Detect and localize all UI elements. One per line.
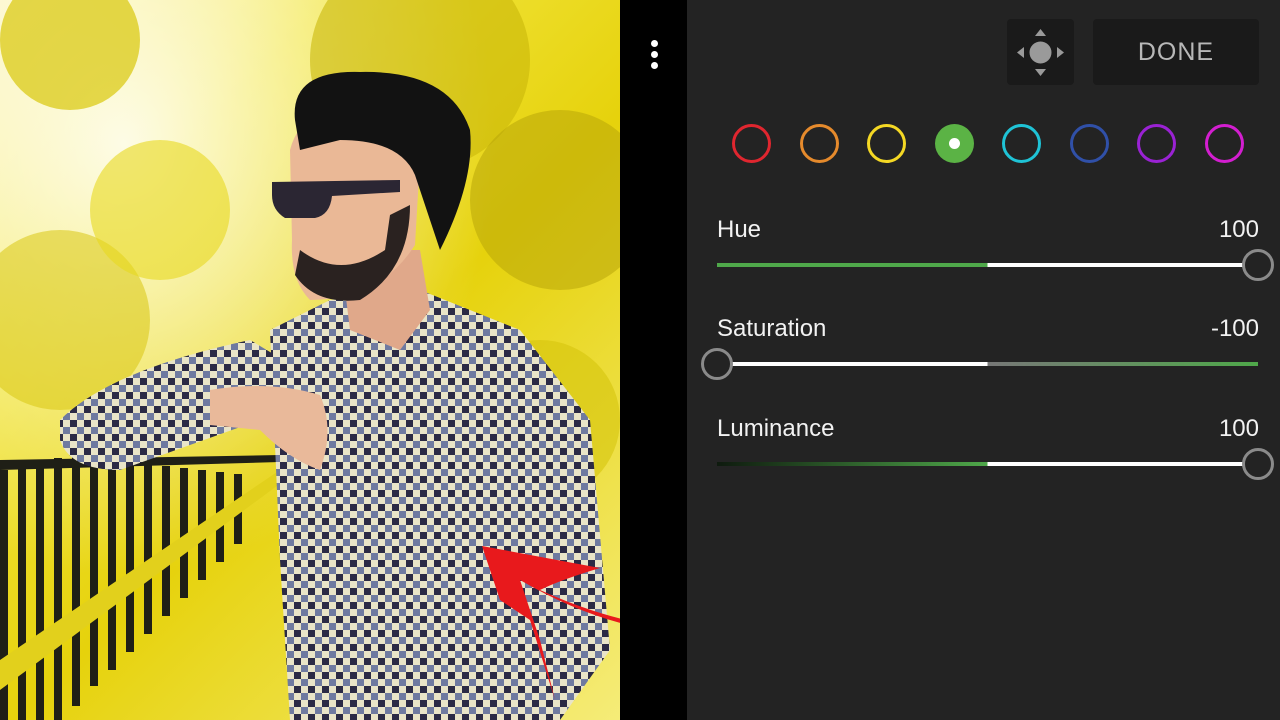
color-swatch-magenta[interactable] — [1204, 124, 1244, 163]
hue-slider-track[interactable] — [717, 263, 1258, 267]
more-dot — [650, 39, 658, 47]
luminance-value: 100 — [1218, 415, 1259, 442]
saturation-label: Saturation — [717, 315, 827, 342]
color-swatch-row — [732, 124, 1247, 164]
hue-value: 100 — [1218, 216, 1259, 243]
color-swatch-yellow[interactable] — [867, 124, 906, 163]
luminance-slider-knob[interactable] — [1242, 448, 1274, 480]
color-swatch-purple[interactable] — [1137, 124, 1176, 163]
targeted-adjustment-button[interactable] — [1007, 19, 1074, 85]
luminance-slider-track[interactable] — [717, 462, 1258, 466]
luminance-label: Luminance — [717, 415, 835, 442]
more-dot — [650, 50, 658, 58]
hue-slider-knob[interactable] — [1242, 249, 1274, 281]
done-button[interactable]: DONE — [1093, 19, 1259, 85]
color-swatch-aqua[interactable] — [1002, 124, 1041, 163]
hue-label: Hue — [717, 216, 762, 243]
more-dot — [650, 61, 658, 69]
color-swatch-orange[interactable] — [799, 124, 839, 163]
saturation-slider-row: Saturation -100 — [701, 315, 1277, 395]
luminance-slider-row: Luminance 100 — [717, 415, 1277, 495]
color-swatch-red[interactable] — [732, 124, 771, 163]
color-mix-panel: DONE Hue 100 Saturation -100 Luminance 1… — [687, 0, 1280, 720]
color-swatch-blue[interactable] — [1069, 124, 1109, 163]
photo-image — [0, 0, 620, 720]
saturation-slider-knob[interactable] — [701, 348, 733, 380]
saturation-slider-track[interactable] — [717, 362, 1258, 366]
more-options-icon[interactable] — [643, 34, 665, 74]
targeted-adjustment-icon — [1017, 29, 1064, 76]
color-swatch-green[interactable] — [934, 124, 974, 163]
divider-strip — [620, 0, 687, 720]
saturation-value: -100 — [1210, 315, 1259, 342]
hue-slider-row: Hue 100 — [717, 216, 1277, 296]
photo-canvas — [0, 0, 620, 720]
